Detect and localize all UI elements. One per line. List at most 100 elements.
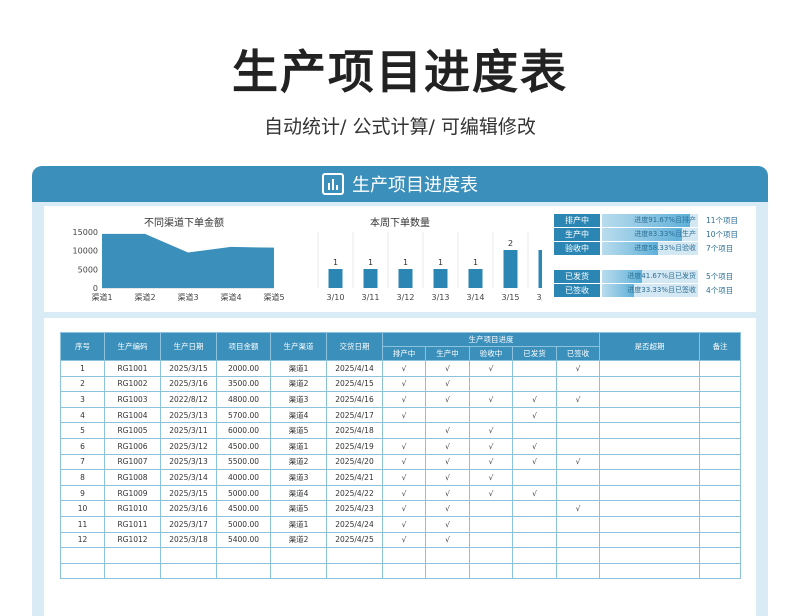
table-cell[interactable]: √ — [382, 391, 426, 408]
table-cell[interactable]: √ — [425, 375, 470, 393]
table-cell[interactable]: 6000.00 — [216, 422, 271, 439]
table-cell[interactable]: √ — [382, 531, 426, 549]
table-cell[interactable]: 2025/4/17 — [326, 406, 383, 424]
table-cell[interactable]: 2025/4/16 — [326, 391, 383, 408]
table-cell[interactable]: 2025/3/16 — [160, 500, 217, 517]
table-cell[interactable]: 2022/8/12 — [160, 391, 217, 408]
table-cell[interactable] — [699, 406, 742, 424]
table-cell[interactable] — [699, 422, 742, 439]
table-cell[interactable] — [216, 562, 271, 580]
table-cell[interactable]: 渠道5 — [270, 500, 327, 517]
table-cell[interactable]: 3500.00 — [216, 375, 271, 393]
table-cell[interactable]: 6 — [60, 437, 105, 455]
table-cell[interactable] — [425, 406, 470, 424]
table-cell[interactable]: 渠道1 — [270, 515, 327, 533]
table-cell[interactable] — [599, 422, 701, 439]
table-cell[interactable] — [60, 562, 105, 580]
table-cell[interactable] — [382, 422, 426, 439]
table-cell[interactable]: 4000.00 — [216, 469, 271, 486]
table-cell[interactable]: 2025/4/24 — [326, 515, 383, 533]
table-cell[interactable] — [555, 406, 601, 424]
table-cell[interactable]: √ — [382, 437, 426, 455]
table-cell[interactable]: 2025/3/13 — [160, 453, 217, 471]
table-cell[interactable]: 2025/4/22 — [326, 484, 383, 502]
table-cell[interactable]: √ — [382, 515, 426, 533]
table-cell[interactable] — [699, 391, 742, 408]
table-cell[interactable]: RG1012 — [104, 531, 161, 549]
table-cell[interactable]: 5400.00 — [216, 531, 271, 549]
table-cell[interactable] — [599, 360, 701, 377]
table-cell[interactable] — [326, 562, 383, 580]
table-cell[interactable] — [699, 375, 742, 393]
table-cell[interactable]: √ — [425, 500, 470, 517]
table-cell[interactable]: √ — [469, 437, 513, 455]
table-cell[interactable]: 渠道1 — [270, 437, 327, 455]
table-cell[interactable] — [555, 484, 601, 502]
table-cell[interactable] — [512, 562, 557, 580]
table-cell[interactable]: √ — [469, 360, 513, 377]
table-cell[interactable]: √ — [555, 500, 601, 517]
table-cell[interactable]: 2025/4/21 — [326, 469, 383, 486]
table-cell[interactable]: √ — [382, 406, 426, 424]
table-cell[interactable]: 5700.00 — [216, 406, 271, 424]
table-cell[interactable]: 2025/3/15 — [160, 360, 217, 377]
table-cell[interactable] — [699, 547, 742, 564]
table-cell[interactable]: 5500.00 — [216, 453, 271, 471]
table-cell[interactable]: √ — [425, 531, 470, 549]
table-cell[interactable] — [599, 531, 701, 549]
table-cell[interactable] — [599, 453, 701, 471]
table-cell[interactable] — [699, 453, 742, 471]
table-cell[interactable] — [699, 531, 742, 549]
table-cell[interactable]: 渠道4 — [270, 484, 327, 502]
table-cell[interactable]: 2025/3/17 — [160, 515, 217, 533]
table-cell[interactable]: √ — [512, 484, 557, 502]
table-cell[interactable]: √ — [469, 453, 513, 471]
table-cell[interactable]: √ — [425, 453, 470, 471]
table-cell[interactable]: √ — [555, 453, 601, 471]
table-cell[interactable]: √ — [469, 391, 513, 408]
table-cell[interactable]: RG1001 — [104, 360, 161, 377]
table-cell[interactable]: √ — [382, 484, 426, 502]
table-cell[interactable] — [326, 547, 383, 564]
table-cell[interactable]: 7 — [60, 453, 105, 471]
table-cell[interactable] — [270, 547, 327, 564]
table-cell[interactable] — [555, 531, 601, 549]
table-cell[interactable]: √ — [382, 500, 426, 517]
table-cell[interactable] — [512, 515, 557, 533]
table-cell[interactable] — [270, 562, 327, 580]
table-cell[interactable]: 渠道2 — [270, 531, 327, 549]
table-cell[interactable] — [699, 500, 742, 517]
table-cell[interactable]: 2025/3/12 — [160, 437, 217, 455]
table-cell[interactable]: √ — [382, 469, 426, 486]
table-cell[interactable]: 渠道3 — [270, 391, 327, 408]
table-cell[interactable] — [699, 437, 742, 455]
table-cell[interactable] — [512, 375, 557, 393]
table-cell[interactable]: 4800.00 — [216, 391, 271, 408]
table-cell[interactable]: 2025/3/16 — [160, 375, 217, 393]
table-cell[interactable] — [160, 562, 217, 580]
table-cell[interactable]: 4500.00 — [216, 437, 271, 455]
table-cell[interactable] — [699, 484, 742, 502]
table-cell[interactable]: RG1005 — [104, 422, 161, 439]
table-cell[interactable]: 2025/4/19 — [326, 437, 383, 455]
table-cell[interactable]: √ — [512, 391, 557, 408]
table-cell[interactable]: 3 — [60, 391, 105, 408]
table-cell[interactable] — [599, 484, 701, 502]
table-cell[interactable] — [599, 547, 701, 564]
table-cell[interactable]: 12 — [60, 531, 105, 549]
table-cell[interactable]: 2025/4/18 — [326, 422, 383, 439]
table-cell[interactable]: 2025/4/25 — [326, 531, 383, 549]
table-cell[interactable]: 2025/3/11 — [160, 422, 217, 439]
table-cell[interactable] — [555, 469, 601, 486]
table-cell[interactable]: RG1009 — [104, 484, 161, 502]
table-cell[interactable] — [599, 469, 701, 486]
table-cell[interactable]: √ — [469, 484, 513, 502]
table-cell[interactable]: RG1007 — [104, 453, 161, 471]
table-cell[interactable] — [469, 406, 513, 424]
table-cell[interactable] — [699, 562, 742, 580]
table-cell[interactable] — [555, 422, 601, 439]
table-cell[interactable]: 4500.00 — [216, 500, 271, 517]
table-cell[interactable]: 2 — [60, 375, 105, 393]
table-cell[interactable] — [425, 547, 470, 564]
table-cell[interactable] — [216, 547, 271, 564]
